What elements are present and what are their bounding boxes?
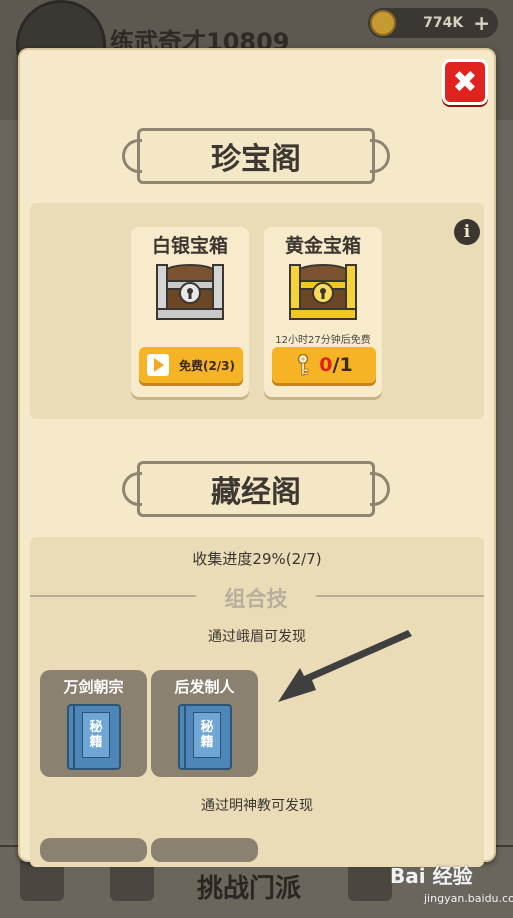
combo-title: 组合技	[224, 587, 288, 611]
watermark-url: jingyan.baidu.com	[424, 892, 513, 905]
collection-progress: 收集进度29%(2/7)	[192, 550, 322, 568]
info-icon[interactable]: i	[454, 219, 480, 245]
background-left	[0, 120, 20, 840]
book-icon: 秘 籍	[67, 704, 121, 770]
background-right	[493, 120, 513, 840]
book-tag-char: 籍	[89, 735, 103, 750]
add-coins-button[interactable]: +	[473, 11, 490, 35]
book-card-wanjian[interactable]: 万剑朝宗 秘 籍	[40, 670, 147, 777]
silver-chest-card[interactable]: 白银宝箱 免费(2/3)	[131, 227, 249, 397]
silver-chest-icon	[155, 263, 225, 320]
book-tag: 秘 籍	[82, 712, 110, 758]
treasure-section-title: 珍宝阁	[122, 128, 390, 184]
book-name: 万剑朝宗	[63, 678, 124, 696]
book-icon: 秘 籍	[178, 704, 232, 770]
book-tag: 秘 籍	[193, 712, 221, 758]
chest-title: 黄金宝箱	[284, 235, 361, 257]
book-tag-char: 秘	[89, 720, 103, 735]
key-count: 0/1	[319, 354, 352, 376]
gold-chest-card[interactable]: 黄金宝箱 12小时27分钟后免费 0/1	[264, 227, 382, 397]
gold-chest-icon	[288, 263, 358, 320]
gold-chest-key-button[interactable]: 0/1	[272, 347, 376, 383]
annotation-arrow-icon	[278, 630, 412, 702]
watermark-logo: Bai 经验	[390, 864, 473, 888]
treasure-panel	[30, 203, 484, 419]
bottom-nav-title: 挑战门派	[197, 874, 302, 904]
free-label: 免费(2/3)	[178, 358, 236, 373]
divider-left	[30, 595, 196, 597]
book-tag-char: 秘	[200, 720, 214, 735]
key-icon	[298, 354, 309, 376]
play-icon	[146, 354, 169, 376]
coin-counter: 774K +	[368, 8, 498, 38]
book-card-partial[interactable]	[40, 838, 147, 862]
close-button[interactable]: ✖	[442, 59, 488, 105]
divider-right	[316, 595, 484, 597]
coin-icon	[370, 10, 396, 36]
book-card-partial[interactable]	[151, 838, 258, 862]
book-tag-char: 籍	[200, 735, 214, 750]
key-total: /1	[332, 354, 353, 376]
chest-timer: 12小时27分钟后免费	[275, 335, 371, 346]
scripture-section-title: 藏经阁	[122, 461, 390, 517]
book-name: 后发制人	[174, 678, 235, 696]
discovery-hint: 通过峨眉可发现	[208, 629, 306, 645]
key-current: 0	[319, 354, 333, 376]
silver-chest-free-button[interactable]: 免费(2/3)	[139, 347, 243, 383]
book-card-houfa[interactable]: 后发制人 秘 籍	[151, 670, 258, 777]
coin-value: 774K	[423, 15, 464, 31]
discovery-hint: 通过明神教可发现	[201, 798, 313, 814]
chest-title: 白银宝箱	[151, 235, 228, 257]
